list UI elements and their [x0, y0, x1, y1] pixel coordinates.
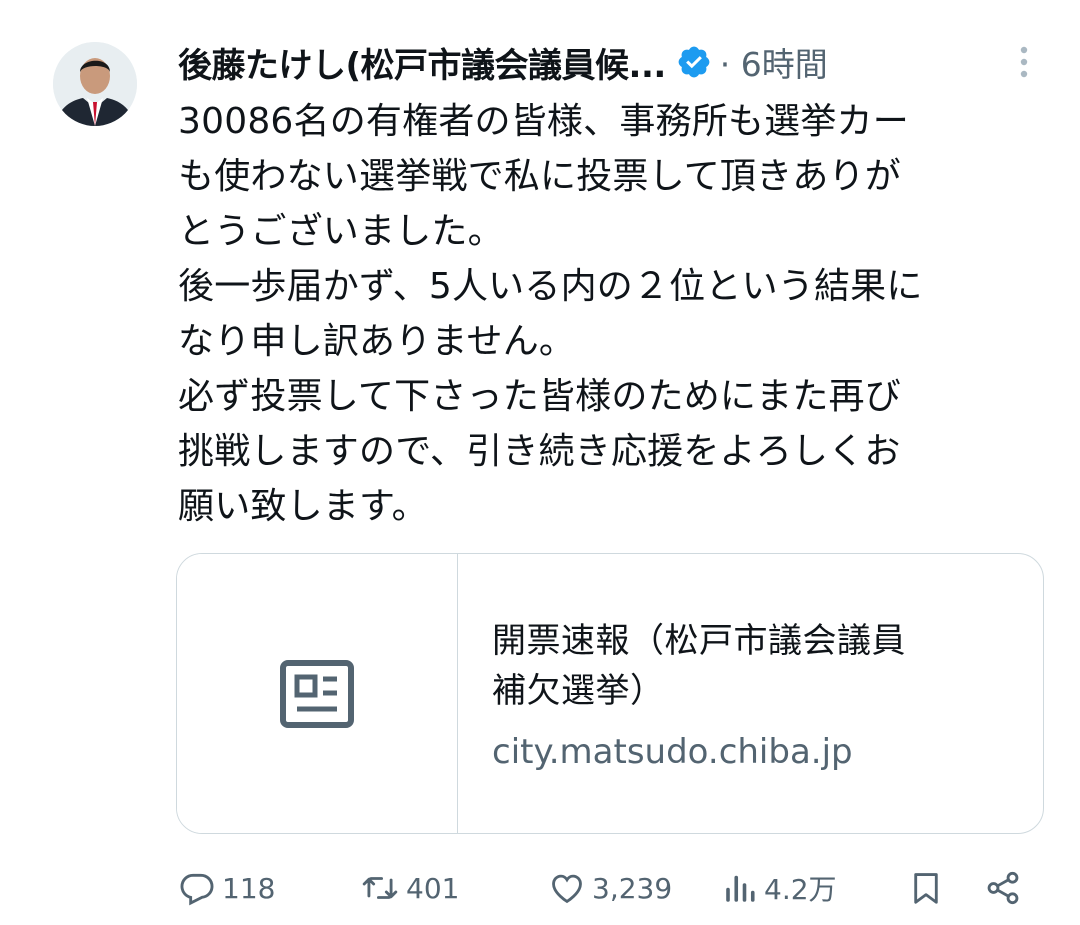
- retweet-button[interactable]: 401: [360, 858, 459, 918]
- like-icon: [552, 874, 582, 904]
- author-avatar[interactable]: [53, 42, 137, 126]
- card-body: 開票速報（松戸市議会議員 補欠選挙） city.matsudo.chiba.jp: [458, 554, 1043, 833]
- like-count: 3,239: [592, 871, 673, 905]
- verified-badge-icon: [678, 46, 710, 78]
- tweet-text: 30086名の有権者の皆様、事務所も選挙カー も使わない選挙戦で私に投票して頂きあ…: [178, 94, 1058, 534]
- tweet-text-line: 必ず投票して下さった皆様のためにまた再び: [178, 376, 901, 417]
- card-domain: city.matsudo.chiba.jp: [492, 732, 853, 772]
- reply-button[interactable]: 118: [178, 858, 275, 918]
- share-icon: [987, 871, 1019, 905]
- share-button[interactable]: [984, 858, 1022, 918]
- card-title-line: 開票速報（松戸市議会議員: [492, 621, 906, 661]
- author-name[interactable]: 後藤たけし(松戸市議会議員候...: [178, 38, 666, 87]
- retweet-count: 401: [406, 871, 460, 905]
- tweet-actions: 118 401 3,239 4.2万: [0, 858, 1080, 918]
- reply-count: 118: [222, 871, 276, 905]
- tweet-timestamp[interactable]: · 6時間: [720, 38, 828, 86]
- card-title: 開票速報（松戸市議会議員 補欠選挙）: [492, 616, 1009, 716]
- more-options-icon: [1020, 46, 1028, 78]
- card-thumbnail: [177, 554, 458, 833]
- retweet-icon: [362, 877, 398, 899]
- link-preview-card[interactable]: 開票速報（松戸市議会議員 補欠選挙） city.matsudo.chiba.jp: [176, 553, 1044, 834]
- bookmark-icon: [914, 873, 938, 904]
- avatar-image: [53, 42, 137, 126]
- views-count: 4.2万: [764, 873, 837, 906]
- views-button[interactable]: 4.2万: [722, 858, 837, 918]
- views-icon: [726, 875, 755, 902]
- tweet-text-line: も使わない選挙戦で私に投票して頂きありが: [178, 156, 901, 197]
- card-title-line: 補欠選挙）: [492, 671, 665, 711]
- like-button[interactable]: 3,239: [548, 858, 672, 918]
- bookmark-button[interactable]: [907, 858, 945, 918]
- reply-icon: [180, 873, 214, 906]
- tweet-text-line: とうございました。: [178, 211, 504, 252]
- more-options-button[interactable]: [1012, 44, 1036, 84]
- tweet-text-line: 挑戦しますので、引き続き応援をよろしくお: [178, 431, 901, 472]
- tweet-text-line: なり申し訳ありません。: [178, 321, 576, 362]
- tweet-header: 後藤たけし(松戸市議会議員候... · 6時間: [178, 36, 828, 88]
- tweet-text-line: 30086名の有権者の皆様、事務所も選挙カー: [178, 101, 909, 142]
- article-icon: [280, 659, 354, 728]
- tweet-text-line: 願い致します。: [178, 486, 428, 527]
- tweet-text-line: 後一歩届かず、5人いる内の２位という結果に: [178, 266, 923, 307]
